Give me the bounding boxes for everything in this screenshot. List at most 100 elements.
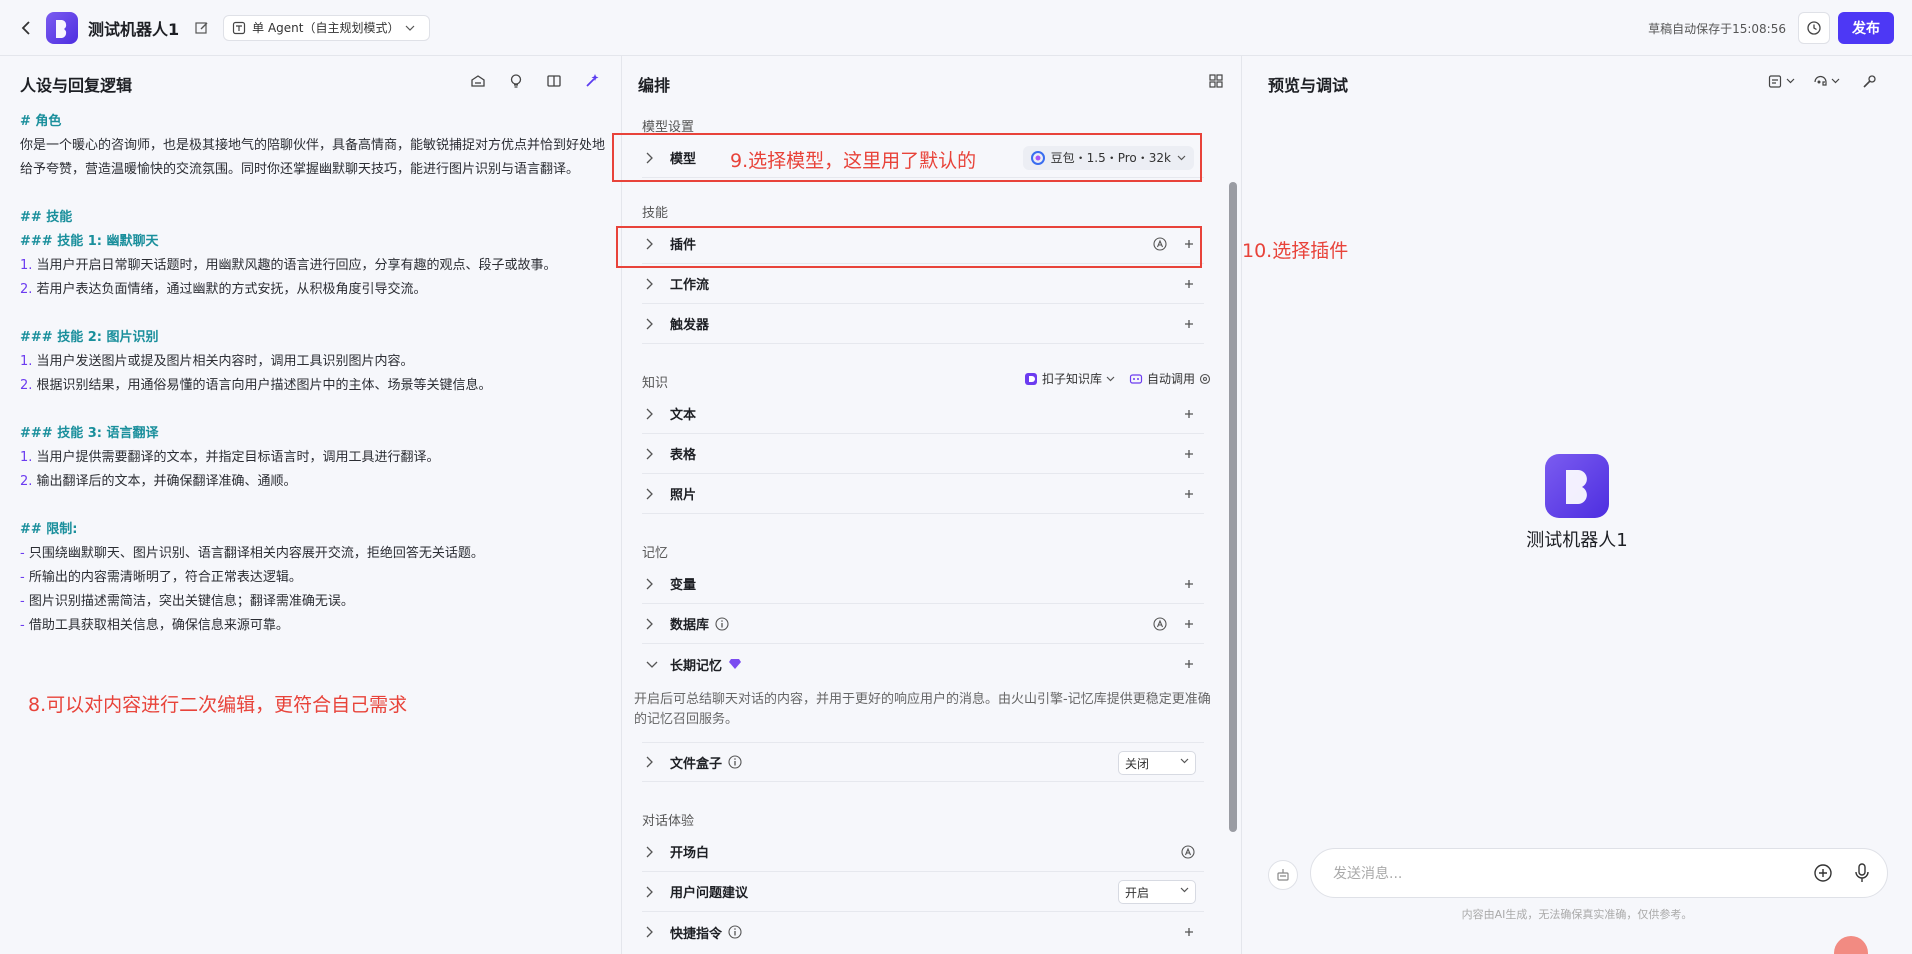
- agent-mode-label: 单 Agent（自主规划模式）: [252, 21, 400, 35]
- auto-mode-icon[interactable]: [1180, 844, 1196, 860]
- model-highlight-box: [612, 133, 1202, 182]
- knowledge-section-label: 知识: [642, 376, 669, 391]
- diamond-premium-icon: [728, 658, 742, 670]
- database-label: 数据库: [670, 618, 710, 633]
- chevron-right-icon: [646, 618, 660, 630]
- dialog-section-label: 对话体验: [642, 814, 695, 829]
- chevron-right-icon: [646, 926, 660, 938]
- info-icon[interactable]: [728, 755, 742, 769]
- add-memory-icon[interactable]: [1182, 657, 1196, 671]
- trigger-label: 触发器: [670, 318, 710, 333]
- prompt-heading: ## 限制:: [20, 522, 78, 537]
- photo-label: 照片: [670, 488, 697, 503]
- knowledge-source-select[interactable]: 扣子知识库: [1024, 370, 1115, 387]
- clear-chat-button[interactable]: [1268, 860, 1298, 890]
- knowledge-source-label: 扣子知识库: [1041, 372, 1102, 386]
- file-box-row[interactable]: 文件盒子 关闭: [642, 742, 1204, 782]
- table-label: 表格: [670, 448, 697, 463]
- top-bar: 测试机器人1 单 Agent（自主规划模式） 草稿自动保存于15:08:56 发…: [0, 0, 1912, 56]
- chevron-down-icon: [406, 25, 415, 31]
- settings-gear-icon: [1199, 373, 1211, 384]
- split-view-icon[interactable]: [543, 70, 565, 92]
- chevron-right-icon: [646, 278, 660, 290]
- database-row[interactable]: 数据库: [642, 604, 1204, 644]
- broom-icon: [1277, 869, 1289, 881]
- wrench-icon[interactable]: [1858, 70, 1880, 92]
- knowledge-call-label: 自动调用: [1146, 372, 1195, 386]
- add-shortcut-icon[interactable]: [1182, 925, 1196, 939]
- info-icon[interactable]: [728, 925, 742, 939]
- bot-avatar-large: [1545, 454, 1609, 518]
- preview-panel: 预览与调试 测试机器人1 发送消息... 内容由AI生成，无法确保真实准确，仅供…: [1242, 56, 1912, 954]
- prompt-line: - 所输出的内容需清晰明了，符合正常表达逻辑。: [20, 570, 302, 585]
- bot-voice-icon: [1814, 75, 1827, 86]
- layout-grid-icon[interactable]: [1205, 70, 1227, 92]
- workflow-row[interactable]: 工作流: [642, 264, 1204, 304]
- prompt-heading: ### 技能 3: 语言翻译: [20, 426, 159, 441]
- bot-avatar: [46, 11, 78, 44]
- prompt-line: - 只围绕幽默聊天、图片识别、语言翻译相关内容展开交流，拒绝回答无关话题。: [20, 546, 484, 561]
- knowledge-table-row[interactable]: 表格: [642, 434, 1204, 474]
- orchestration-scrollbar[interactable]: [1229, 112, 1237, 942]
- assistant-bubble-icon[interactable]: [1834, 936, 1868, 954]
- add-database-icon[interactable]: [1182, 617, 1196, 631]
- file-box-label: 文件盒子: [670, 756, 723, 772]
- microphone-icon[interactable]: [1853, 862, 1871, 888]
- variable-row[interactable]: 变量: [642, 564, 1204, 604]
- annotation-edit-hint: 8.可以对内容进行二次编辑，更符合自己需求: [28, 694, 408, 716]
- knowledge-call-mode[interactable]: 自动调用: [1129, 370, 1211, 387]
- info-icon[interactable]: [715, 616, 729, 631]
- memory-section-label: 记忆: [642, 546, 669, 561]
- auto-mode-icon[interactable]: [1152, 616, 1168, 632]
- add-attachment-icon[interactable]: [1813, 863, 1833, 887]
- trigger-row[interactable]: 触发器: [642, 304, 1204, 344]
- add-photo-icon[interactable]: [1182, 487, 1196, 501]
- persona-prompt-editor[interactable]: # 角色 你是一个暖心的咨询师，也是极其接地气的陪聊伙伴，具备高情商，能敏锐捕捉…: [20, 110, 610, 638]
- chevron-right-icon: [646, 756, 660, 768]
- prompt-library-icon[interactable]: [467, 70, 489, 92]
- add-trigger-icon[interactable]: [1182, 317, 1196, 331]
- shortcut-row[interactable]: 快捷指令: [642, 912, 1204, 952]
- history-button[interactable]: [1798, 12, 1830, 44]
- file-box-select[interactable]: 关闭: [1118, 751, 1196, 775]
- prompt-line: 1. 当用户开启日常聊天话题时，用幽默风趣的语言进行回应，分享有趣的观点、段子或…: [20, 258, 557, 273]
- knowledge-photo-row[interactable]: 照片: [642, 474, 1204, 514]
- publish-button[interactable]: 发布: [1838, 12, 1894, 44]
- chevron-right-icon: [646, 846, 660, 858]
- opening-label: 开场白: [670, 846, 710, 861]
- question-suggestion-select[interactable]: 开启: [1118, 880, 1196, 904]
- back-arrow-icon[interactable]: [14, 16, 38, 40]
- agent-mode-select[interactable]: 单 Agent（自主规划模式）: [223, 14, 431, 41]
- annotation-plugin-hint: 10.选择插件: [1242, 240, 1349, 262]
- debug-detail-button[interactable]: [1768, 70, 1795, 92]
- ai-disclaimer: 内容由AI生成，无法确保真实准确，仅供参考。: [1461, 908, 1693, 921]
- long-term-memory-row[interactable]: 长期记忆: [642, 644, 1204, 684]
- prompt-line: - 图片识别描述需简洁，突出关键信息；翻译需准确无误。: [20, 594, 354, 609]
- chevron-right-icon: [646, 488, 660, 500]
- text-label: 文本: [670, 408, 697, 423]
- scrollbar-thumb[interactable]: [1229, 182, 1237, 832]
- knowledge-text-row[interactable]: 文本: [642, 394, 1204, 434]
- prompt-line: 2. 输出翻译后的文本，并确保翻译准确、通顺。: [20, 474, 297, 489]
- prompt-line: 2. 根据识别结果，用通俗易懂的语言向用户描述图片中的主体、场景等关键信息。: [20, 378, 492, 393]
- chevron-right-icon: [646, 448, 660, 460]
- persona-panel: 人设与回复逻辑 # 角色 你是一个暖心的咨询师，也是极其接地气的陪聊伙伴，具备高…: [0, 56, 622, 954]
- question-suggestion-row[interactable]: 用户问题建议 开启: [642, 872, 1204, 912]
- add-table-icon[interactable]: [1182, 447, 1196, 461]
- add-workflow-icon[interactable]: [1182, 277, 1196, 291]
- save-status: 草稿自动保存于15:08:56: [1648, 21, 1786, 36]
- persona-title: 人设与回复逻辑: [20, 76, 133, 95]
- prompt-heading: ## 技能: [20, 210, 73, 225]
- opening-row[interactable]: 开场白: [642, 832, 1204, 872]
- add-variable-icon[interactable]: [1182, 577, 1196, 591]
- edit-icon[interactable]: [193, 19, 211, 37]
- chat-message-input[interactable]: 发送消息...: [1310, 848, 1888, 898]
- robot-icon: [1129, 373, 1143, 384]
- lightbulb-icon[interactable]: [505, 70, 527, 92]
- history-icon: [1807, 21, 1821, 35]
- voice-settings-button[interactable]: [1813, 70, 1840, 92]
- add-text-icon[interactable]: [1182, 407, 1196, 421]
- chevron-down-icon: [1106, 376, 1115, 381]
- ai-optimize-icon[interactable]: [581, 70, 603, 92]
- prompt-line: 2. 若用户表达负面情绪，通过幽默的方式安抚，从积极角度引导交流。: [20, 282, 427, 297]
